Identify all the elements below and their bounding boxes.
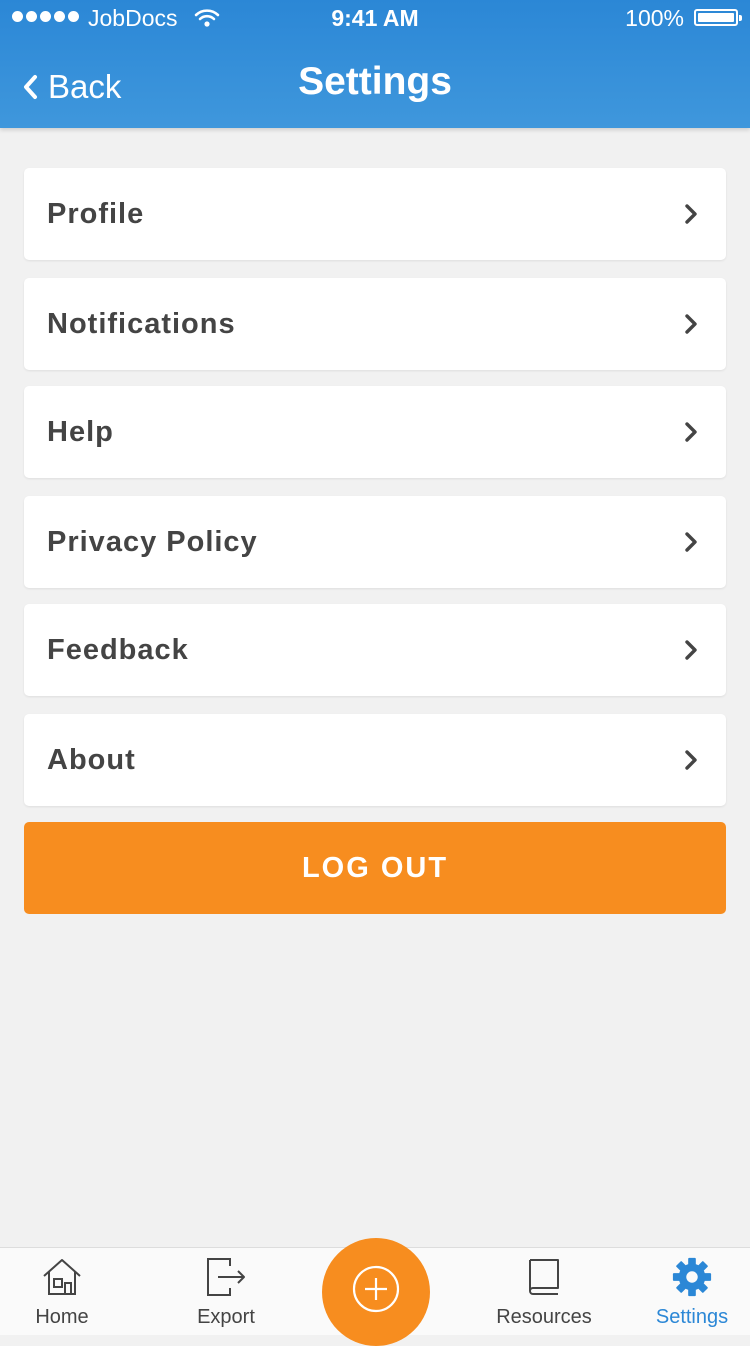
tab-export[interactable]: Export (176, 1248, 276, 1335)
home-icon (40, 1256, 84, 1303)
page-title: Settings (298, 60, 452, 103)
chevron-right-icon (684, 314, 698, 339)
menu-item-label: Help (47, 415, 114, 448)
menu-item-privacy-policy[interactable]: Privacy Policy (24, 496, 726, 588)
tab-settings[interactable]: Settings (642, 1248, 742, 1335)
add-button[interactable] (322, 1238, 430, 1346)
menu-item-about[interactable]: About (24, 714, 726, 806)
menu-item-label: About (47, 743, 136, 776)
battery-percentage: 100% (625, 5, 684, 31)
tab-resources[interactable]: Resources (484, 1248, 604, 1335)
chevron-right-icon (684, 422, 698, 447)
status-bar: JobDocs 9:41 AM 100% (0, 0, 750, 38)
menu-item-help[interactable]: Help (24, 386, 726, 478)
tab-label: Settings (655, 1306, 729, 1328)
tab-label: Home (35, 1306, 89, 1328)
tab-home[interactable]: Home (12, 1248, 112, 1335)
gear-icon (670, 1256, 714, 1303)
chevron-right-icon (684, 750, 698, 775)
menu-item-profile[interactable]: Profile (24, 168, 726, 260)
navigation-header: JobDocs 9:41 AM 100% Back Settings (0, 0, 750, 128)
tab-label: Export (197, 1306, 255, 1328)
menu-item-label: Profile (47, 197, 145, 230)
chevron-right-icon (684, 204, 698, 229)
book-icon (522, 1256, 566, 1303)
logout-button[interactable]: LOG OUT (24, 822, 726, 914)
export-icon (204, 1256, 248, 1303)
chevron-right-icon (684, 640, 698, 665)
menu-item-notifications[interactable]: Notifications (24, 278, 726, 370)
menu-item-feedback[interactable]: Feedback (24, 604, 726, 696)
chevron-right-icon (684, 532, 698, 557)
menu-item-label: Privacy Policy (47, 525, 258, 558)
menu-item-label: Feedback (47, 633, 189, 666)
menu-item-label: Notifications (47, 307, 236, 340)
battery-icon (694, 9, 742, 26)
tab-label: Resources (496, 1306, 592, 1328)
